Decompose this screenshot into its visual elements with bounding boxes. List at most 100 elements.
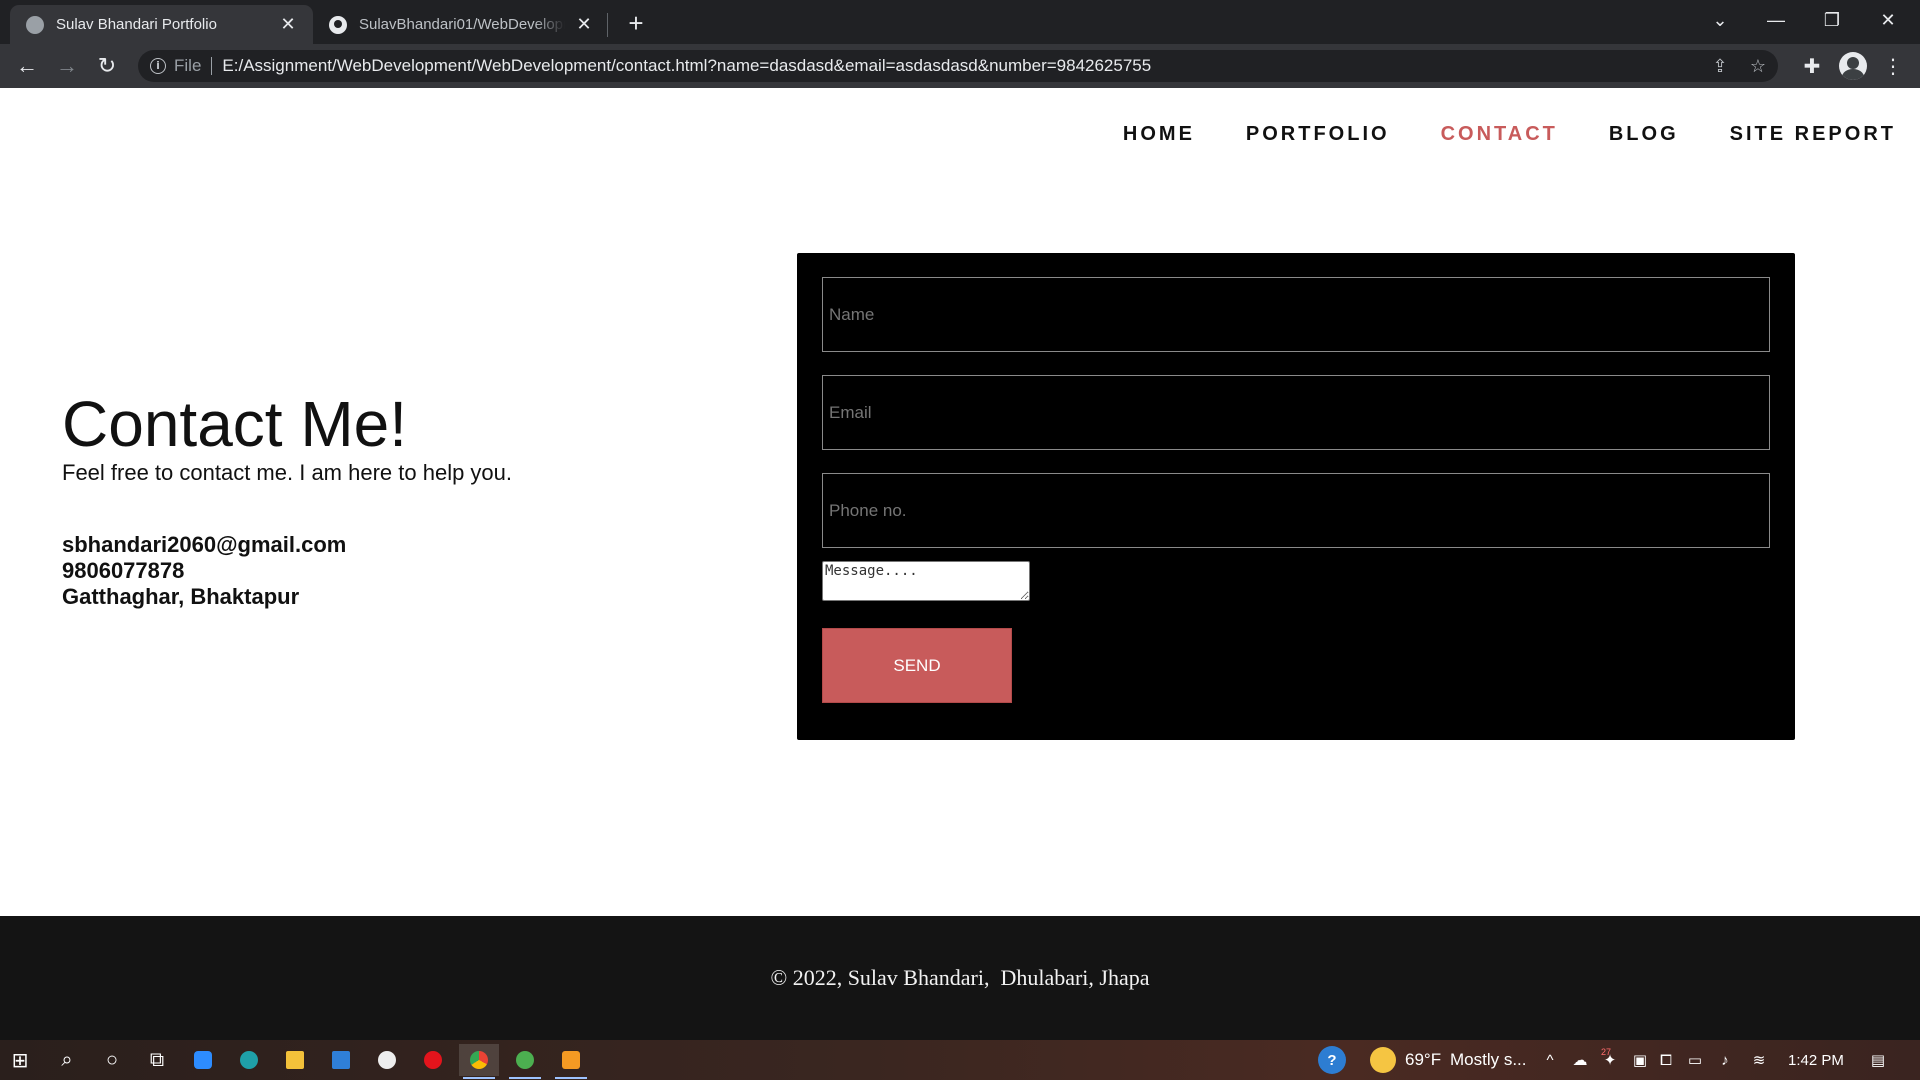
close-tab-icon[interactable]: ✕	[573, 14, 595, 36]
site-footer: © 2022, Sulav Bhandari, Dhulabari, Jhapa	[0, 916, 1920, 1040]
info-icon[interactable]: i	[150, 58, 166, 74]
site-navigation: HOME PORTFOLIO CONTACT BLOG SITE REPORT	[1072, 123, 1896, 146]
message-textarea[interactable]	[822, 561, 1030, 601]
weather-sun-icon[interactable]	[1370, 1047, 1396, 1073]
tab-title: Sulav Bhandari Portfolio	[56, 16, 217, 33]
reload-button[interactable]: ↻	[92, 52, 122, 80]
forward-button[interactable]: →	[52, 52, 82, 80]
url-separator	[211, 57, 213, 75]
zoom-icon	[194, 1051, 212, 1069]
notification-app-icon[interactable]: ⧠	[1656, 1050, 1676, 1070]
app-green-icon	[516, 1051, 534, 1069]
arrow-left-icon: ←	[16, 53, 38, 78]
tray-badge: 27	[1601, 1047, 1612, 1057]
volume-icon[interactable]: ♪	[1715, 1050, 1735, 1070]
email-input[interactable]	[822, 375, 1770, 450]
browser-toolbar: ← → ↻ i File E:/Assignment/WebDevelopmen…	[0, 44, 1920, 88]
taskbar-chrome[interactable]	[459, 1044, 499, 1079]
restore-icon: ❐	[1823, 9, 1841, 30]
nav-contact-link[interactable]: CONTACT	[1441, 123, 1558, 146]
footer-copyright: © 2022, Sulav Bhandari, Dhulabari, Jhapa	[770, 965, 1150, 990]
taskbar-mail[interactable]	[321, 1044, 361, 1076]
app-icon	[378, 1051, 396, 1069]
wifi-icon[interactable]: ≋	[1749, 1050, 1769, 1070]
contact-form: SEND	[797, 253, 1795, 740]
sublime-text-icon	[562, 1051, 580, 1069]
browser-menu-button[interactable]: ⋮	[1878, 52, 1908, 80]
contact-phone: 9806077878	[62, 558, 185, 583]
taskbar-app-green[interactable]	[505, 1044, 545, 1079]
windows-logo-icon: ⊞	[11, 1049, 29, 1072]
weather-description[interactable]: Mostly s...	[1450, 1040, 1527, 1080]
puzzle-icon: ✚	[1803, 55, 1821, 78]
taskbar-edge[interactable]	[229, 1044, 269, 1076]
help-icon[interactable]: ?	[1318, 1046, 1346, 1074]
contact-lead-text: Feel free to contact me. I am here to he…	[62, 460, 513, 485]
start-button[interactable]: ⊞	[0, 1044, 40, 1076]
share-icon[interactable]: ⇪	[1704, 50, 1736, 82]
profile-avatar[interactable]	[1839, 52, 1867, 80]
tab-title: SulavBhandari01/WebDevelopment	[359, 16, 565, 33]
nav-site-report-link[interactable]: SITE REPORT	[1730, 123, 1896, 146]
reload-icon: ↻	[97, 53, 117, 78]
windows-taskbar: ⊞ ⌕ ○ ⧉ ? 69°F Mostly s... ^ ☁ ✦ ▣ ⧠ ▭ ♪…	[0, 1040, 1920, 1080]
close-icon: ✕	[1880, 9, 1896, 30]
address-bar[interactable]: i File E:/Assignment/WebDevelopment/WebD…	[138, 50, 1778, 82]
close-tab-icon[interactable]: ✕	[277, 14, 299, 36]
taskbar-file-explorer[interactable]	[275, 1044, 315, 1076]
battery-icon[interactable]: ▭	[1685, 1050, 1705, 1070]
contact-details: sbhandari2060@gmail.com 9806077878 Gatth…	[62, 532, 682, 610]
restore-button[interactable]: ❐	[1804, 0, 1860, 40]
taskbar-zoom[interactable]	[183, 1044, 223, 1076]
minimize-icon: —	[1767, 9, 1785, 30]
bookmark-star-icon[interactable]: ☆	[1742, 50, 1774, 82]
globe-icon	[26, 15, 44, 34]
contact-address: Gatthaghar, Bhaktapur	[62, 584, 300, 609]
meet-now-icon[interactable]: ▣	[1630, 1050, 1650, 1070]
nav-blog-link[interactable]: BLOG	[1609, 123, 1679, 146]
contact-email: sbhandari2060@gmail.com	[62, 532, 347, 557]
webpage: HOME PORTFOLIO CONTACT BLOG SITE REPORT …	[0, 88, 1920, 1040]
tab-search-button[interactable]: ⌄	[1692, 0, 1748, 40]
clock[interactable]: 1:42 PM	[1788, 1040, 1844, 1080]
new-tab-button[interactable]: +	[622, 9, 650, 37]
weather-temp[interactable]: 69°F	[1405, 1040, 1441, 1080]
nav-home-link[interactable]: HOME	[1123, 123, 1195, 146]
chevron-down-icon: ⌄	[1712, 9, 1728, 30]
taskbar-app[interactable]	[367, 1044, 407, 1076]
mail-icon	[332, 1051, 350, 1069]
search-button[interactable]: ⌕	[47, 1044, 87, 1076]
url-scheme-label: File	[174, 56, 202, 75]
back-button[interactable]: ←	[12, 52, 42, 80]
minimize-button[interactable]: —	[1748, 0, 1804, 40]
extensions-button[interactable]: ✚	[1797, 52, 1827, 80]
cortana-button[interactable]: ○	[92, 1044, 132, 1076]
close-window-button[interactable]: ✕	[1860, 0, 1916, 40]
chevron-up-icon[interactable]: ^	[1540, 1050, 1560, 1070]
github-icon	[329, 15, 347, 34]
page-title: Contact Me!	[62, 388, 408, 460]
chrome-icon	[470, 1051, 488, 1069]
browser-tabstrip: Sulav Bhandari Portfolio ✕ SulavBhandari…	[0, 0, 1920, 44]
edge-icon	[240, 1051, 258, 1069]
name-input[interactable]	[822, 277, 1770, 352]
folder-icon	[286, 1051, 304, 1069]
more-vert-icon: ⋮	[1883, 55, 1903, 78]
notifications-icon[interactable]: ▤	[1868, 1050, 1888, 1070]
taskbar-sublime[interactable]	[551, 1044, 591, 1079]
onedrive-cloud-icon[interactable]: ☁	[1570, 1050, 1590, 1070]
cortana-circle-icon: ○	[105, 1048, 119, 1071]
phone-input[interactable]	[822, 473, 1770, 548]
taskbar-opera[interactable]	[413, 1044, 453, 1076]
search-icon: ⌕	[61, 1048, 73, 1071]
contact-info: Contact Me! Feel free to contact me. I a…	[62, 388, 682, 610]
tab-portfolio[interactable]: Sulav Bhandari Portfolio ✕	[10, 5, 313, 44]
send-button[interactable]: SEND	[822, 628, 1012, 703]
tab-divider	[607, 13, 608, 37]
url-text[interactable]: E:/Assignment/WebDevelopment/WebDevelopm…	[222, 56, 1151, 76]
opera-icon	[424, 1051, 442, 1069]
arrow-right-icon: →	[56, 53, 78, 78]
tab-github[interactable]: SulavBhandari01/WebDevelopment ✕	[313, 5, 609, 44]
nav-portfolio-link[interactable]: PORTFOLIO	[1246, 123, 1390, 146]
task-view-button[interactable]: ⧉	[137, 1044, 177, 1076]
